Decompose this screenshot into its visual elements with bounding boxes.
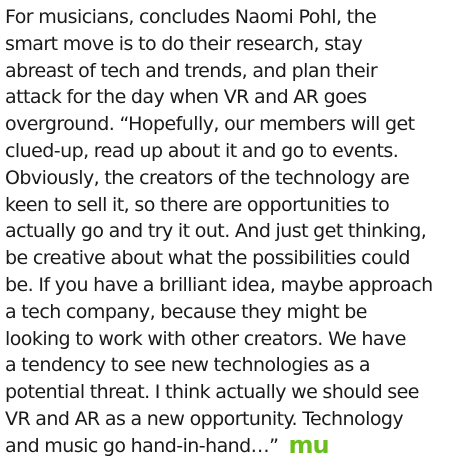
text-line-4: attack for the day when VR and AR goes <box>5 86 367 109</box>
text-line-7: Obviously, the creators of the technolog… <box>5 166 410 189</box>
text-line-13: looking to work with other creators. We … <box>5 327 406 350</box>
text-line-17: and music go hand-in-hand…” mu <box>5 433 469 460</box>
text-line-2: smart move is to do their research, stay <box>5 32 363 55</box>
article-body: For musicians, concludes Naomi Pohl, the… <box>0 0 469 458</box>
text-line-3: abreast of tech and trends, and plan the… <box>5 59 378 82</box>
text-line-6: clued-up, read up about it and go to eve… <box>5 139 399 162</box>
text-line-16: VR and AR as a new opportunity. Technolo… <box>5 407 404 430</box>
article-paragraph: For musicians, concludes Naomi Pohl, the… <box>5 4 469 460</box>
text-line-15: potential threat. I think actually we sh… <box>5 381 419 404</box>
text-line-11: be. If you have a brilliant idea, maybe … <box>5 273 433 296</box>
text-line-5: overground. “Hopefully, our members will… <box>5 113 415 136</box>
text-line-8: keen to sell it, so there are opportunit… <box>5 193 390 216</box>
text-line-10: be creative about what the possibilities… <box>5 247 410 270</box>
text-line-14: a tendency to see new technologies as a <box>5 354 371 377</box>
text-line-17-text: and music go hand-in-hand…” <box>5 434 279 457</box>
end-mark-logo: mu <box>288 430 329 459</box>
text-line-9: actually go and try it out. And just get… <box>5 220 427 243</box>
text-line-1: For musicians, concludes Naomi Pohl, the <box>5 6 377 28</box>
text-line-12: a tech company, because they might be <box>5 300 368 323</box>
